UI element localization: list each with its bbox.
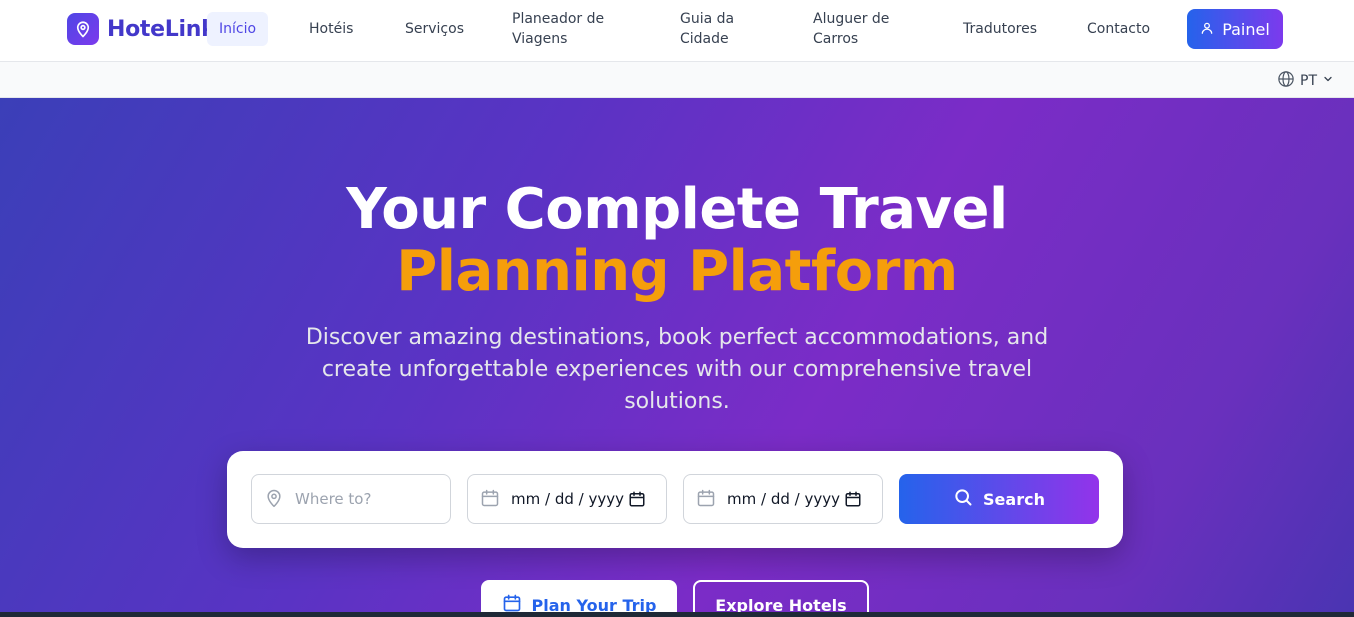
hero-subtitle: Discover amazing destinations, book perf… xyxy=(305,325,1049,414)
dashboard-button[interactable]: Painel xyxy=(1187,9,1283,49)
checkin-date-field[interactable]: mm / dd / yyyy xyxy=(467,474,667,524)
calendar-icon xyxy=(480,488,500,512)
hero-title-line2: Planning Platform xyxy=(396,239,958,304)
nav-item-tradutores[interactable]: Tradutores xyxy=(963,19,1037,39)
nav-item-aluguer[interactable]: Aluguer de Carros xyxy=(813,9,903,49)
language-bar: PT xyxy=(0,62,1354,98)
explore-hotels-label: Explore Hotels xyxy=(715,595,847,613)
hero-section: Your Complete Travel Planning Platform D… xyxy=(0,98,1354,612)
nav-item-inicio[interactable]: Início xyxy=(207,12,269,46)
dashboard-button-label: Painel xyxy=(1222,19,1270,39)
brand-name: HoteLink xyxy=(107,16,216,42)
nav-item-contacto[interactable]: Contacto xyxy=(1087,19,1150,39)
search-button[interactable]: Search xyxy=(899,474,1099,524)
top-navbar: HoteLink Início Hotéis Serviços Planeado… xyxy=(0,0,1354,62)
user-icon xyxy=(1200,20,1214,39)
destination-placeholder: Where to? xyxy=(295,490,372,508)
nav-item-servicos[interactable]: Serviços xyxy=(405,19,464,39)
globe-icon xyxy=(1277,70,1295,92)
calendar-icon xyxy=(696,488,716,512)
nav-item-planeador[interactable]: Planeador de Viagens xyxy=(512,9,612,49)
calendar-picker-icon[interactable] xyxy=(628,490,646,512)
search-card: Where to? mm / dd / yyyy mm / dd / yyyy xyxy=(227,451,1123,548)
nav-item-hoteis[interactable]: Hotéis xyxy=(309,19,353,39)
hero-title-line1: Your Complete Travel xyxy=(346,177,1008,242)
chevron-down-icon xyxy=(1322,73,1334,89)
plan-trip-label: Plan Your Trip xyxy=(531,595,657,613)
page-bottom-edge xyxy=(0,612,1354,617)
checkout-date-value: mm / dd / yyyy xyxy=(727,490,840,508)
search-icon xyxy=(953,487,973,511)
search-button-label: Search xyxy=(983,489,1045,509)
checkout-date-field[interactable]: mm / dd / yyyy xyxy=(683,474,883,524)
plan-trip-button[interactable]: Plan Your Trip xyxy=(481,580,677,612)
map-pin-icon xyxy=(67,13,99,45)
language-selector[interactable]: PT xyxy=(1277,70,1334,92)
calendar-icon xyxy=(502,593,522,612)
calendar-picker-icon[interactable] xyxy=(844,490,862,512)
language-code: PT xyxy=(1300,73,1317,89)
map-pin-icon xyxy=(264,488,284,512)
nav-item-guia[interactable]: Guia da Cidade xyxy=(680,9,750,49)
brand-logo[interactable]: HoteLink xyxy=(67,13,216,45)
explore-hotels-button[interactable]: Explore Hotels xyxy=(693,580,869,612)
destination-field[interactable]: Where to? xyxy=(251,474,451,524)
checkin-date-value: mm / dd / yyyy xyxy=(511,490,624,508)
